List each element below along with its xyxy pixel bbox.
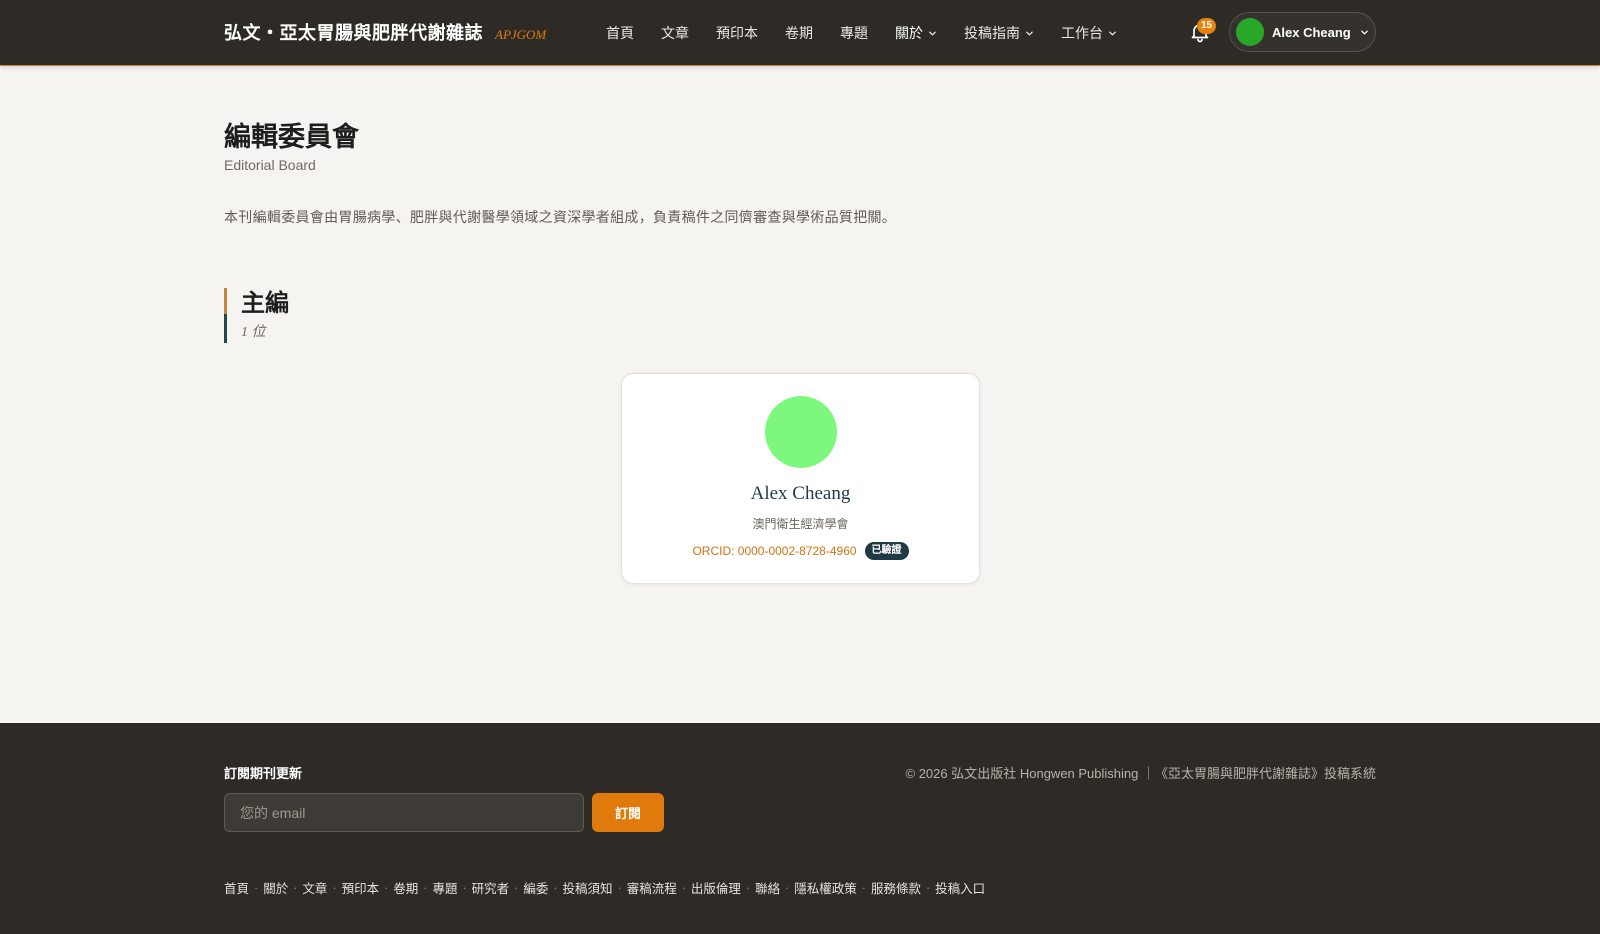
separator: · <box>254 880 259 895</box>
footer-link-review-process[interactable]: 審稿流程 <box>627 878 677 897</box>
footer-link-publication-ethics[interactable]: 出版倫理 <box>691 878 741 897</box>
main-nav: 首頁 文章 預印本 卷期 專題 關於 投稿指南 工作台 <box>606 0 1144 66</box>
section-header-editor-in-chief: 主編 1 位 <box>224 288 289 343</box>
brand-logo-link[interactable]: 弘文・亞太胃腸與肥胖代謝雜誌 APJGOM <box>224 19 546 45</box>
separator: · <box>423 880 428 895</box>
nav-guide-label: 投稿指南 <box>964 25 1020 41</box>
member-affiliation: 澳門衛生經濟學會 <box>752 517 849 531</box>
top-navbar: 弘文・亞太胃腸與肥胖代謝雜誌 APJGOM 首頁 文章 預印本 卷期 專題 關於… <box>0 0 1600 66</box>
footer-link-privacy-policy[interactable]: 隱私權政策 <box>794 878 857 897</box>
brand-abbreviation: APJGOM <box>495 27 547 42</box>
separator: · <box>332 880 337 895</box>
subscribe-button[interactable]: 訂閱 <box>592 793 664 832</box>
footer-link-issues[interactable]: 卷期 <box>393 878 418 897</box>
separator: · <box>745 880 751 895</box>
brand-title: 弘文・亞太胃腸與肥胖代謝雜誌 <box>224 23 483 44</box>
section-title: 主編 <box>241 288 289 317</box>
separator: · <box>293 880 298 895</box>
footer-link-articles[interactable]: 文章 <box>302 878 327 897</box>
chevron-down-icon <box>1360 30 1368 34</box>
orcid-link[interactable]: ORCID: 0000-0002-8728-4960 <box>692 544 856 558</box>
separator: · <box>384 880 389 895</box>
nav-guide-dropdown[interactable]: 投稿指南 <box>964 23 1034 43</box>
chevron-down-icon <box>1109 31 1116 35</box>
footer-link-submission-guidelines[interactable]: 投稿須知 <box>563 878 613 897</box>
nav-about-dropdown[interactable]: 關於 <box>895 23 937 43</box>
nav-workbench-dropdown[interactable]: 工作台 <box>1061 23 1117 43</box>
separator: · <box>553 880 558 895</box>
member-name: Alex Cheang <box>750 483 851 504</box>
subscribe-heading: 訂閱期刊更新 <box>224 766 303 781</box>
footer-link-about[interactable]: 關於 <box>263 878 288 897</box>
nav-home-label: 首頁 <box>606 25 634 41</box>
separator: · <box>861 880 866 895</box>
nav-topics[interactable]: 專題 <box>840 23 868 43</box>
nav-articles[interactable]: 文章 <box>661 23 689 43</box>
footer-link-researchers[interactable]: 研究者 <box>472 878 510 897</box>
chevron-down-icon <box>929 31 936 35</box>
footer-link-terms-of-service[interactable]: 服務條款 <box>871 878 921 897</box>
user-avatar <box>1236 18 1264 46</box>
notification-count-badge: 15 <box>1197 18 1217 34</box>
nav-home[interactable]: 首頁 <box>606 23 634 43</box>
footer-link-contact[interactable]: 聯絡 <box>755 878 780 897</box>
separator: · <box>462 880 467 895</box>
verified-badge: 已驗證 <box>864 542 909 560</box>
subscribe-email-input[interactable] <box>224 793 584 832</box>
member-avatar <box>765 396 837 468</box>
copyright-text: © 2026 弘文出版社 Hongwen Publishing ｜《亞太胃腸與肥… <box>905 766 1376 781</box>
footer-link-preprints[interactable]: 預印本 <box>342 878 380 897</box>
footer-link-topics[interactable]: 專題 <box>432 878 457 897</box>
member-card[interactable]: Alex Cheang 澳門衛生經濟學會 ORCID: 0000-0002-87… <box>621 373 980 584</box>
separator: · <box>925 880 931 895</box>
section-member-count: 1 位 <box>241 325 266 340</box>
separator: · <box>514 880 519 895</box>
separator: · <box>681 880 686 895</box>
member-orcid-row: ORCID: 0000-0002-8728-4960 已驗證 <box>622 542 979 560</box>
chevron-down-icon <box>1026 31 1033 35</box>
footer-links: 首頁 · 關於 · 文章 · 預印本 · 卷期 · 專題 · 研究者 · 編委 · 投稿須知 · … <box>224 878 985 897</box>
user-menu-button[interactable]: Alex Cheang <box>1229 12 1376 52</box>
footer-link-home[interactable]: 首頁 <box>224 878 249 897</box>
separator: · <box>785 880 790 895</box>
footer-link-editorial-board[interactable]: 編委 <box>523 878 548 897</box>
nav-issues[interactable]: 卷期 <box>785 23 813 43</box>
nav-preprints[interactable]: 預印本 <box>716 23 758 43</box>
page-subtitle: Editorial Board <box>224 157 316 173</box>
nav-articles-label: 文章 <box>661 25 689 41</box>
user-name: Alex Cheang <box>1272 24 1351 40</box>
page-description: 本刊編輯委員會由胃腸病學、肥胖與代謝醫學領域之資深學者組成，負責稿件之同儕審查與… <box>224 209 897 225</box>
separator: · <box>617 880 622 895</box>
nav-issues-label: 卷期 <box>785 25 813 41</box>
nav-preprints-label: 預印本 <box>716 25 758 41</box>
page-title: 編輯委員會 <box>224 122 359 153</box>
nav-topics-label: 專題 <box>840 25 868 41</box>
footer-link-submission-portal[interactable]: 投稿入口 <box>935 878 985 897</box>
nav-workbench-label: 工作台 <box>1061 25 1103 41</box>
nav-about-label: 關於 <box>895 25 923 41</box>
site-footer: 訂閱期刊更新 訂閱 © 2026 弘文出版社 Hongwen Publishin… <box>0 723 1600 934</box>
